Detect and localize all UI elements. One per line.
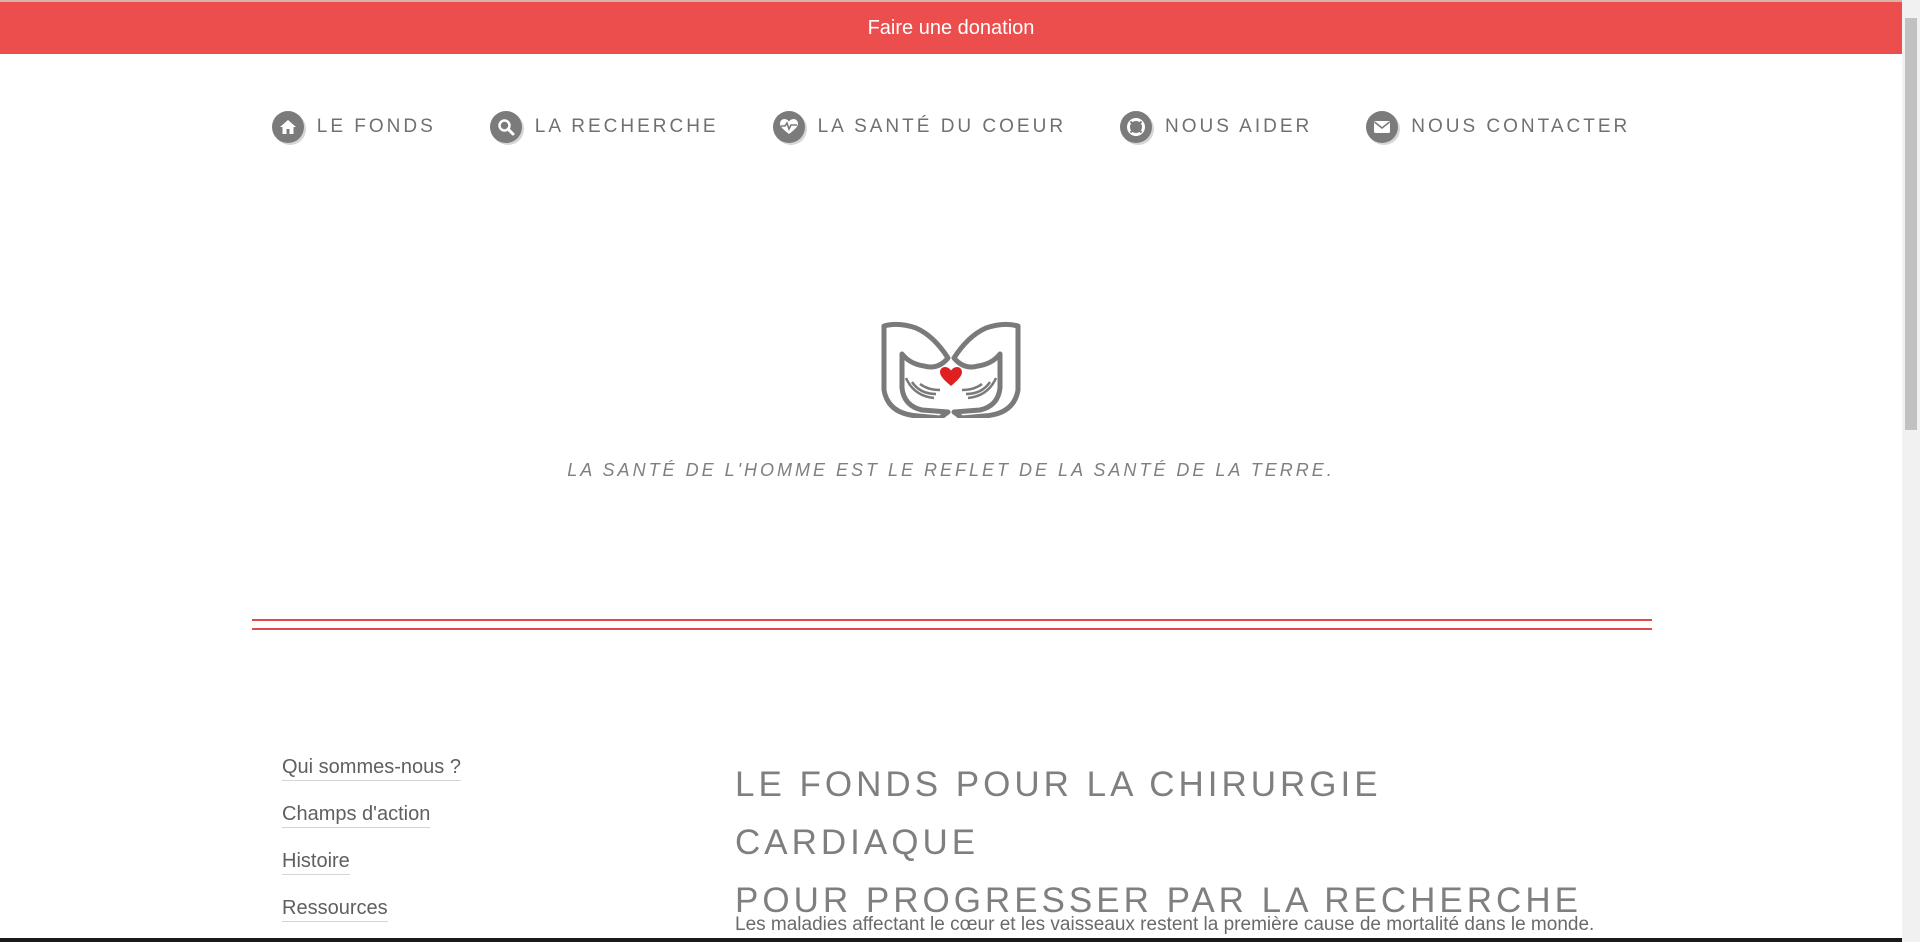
nav-item-le-fonds[interactable]: LE FONDS bbox=[271, 111, 436, 143]
sidebar-link-ressources[interactable]: Ressources bbox=[282, 897, 388, 922]
heart-icon bbox=[940, 367, 962, 386]
sidebar-link-champs-daction[interactable]: Champs d'action bbox=[282, 803, 431, 828]
hero-tagline: LA SANTÉ DE L'HOMME EST LE REFLET DE LA … bbox=[567, 460, 1335, 480]
nav-label: NOUS AIDER bbox=[1165, 116, 1313, 137]
viewport-bottom-edge bbox=[0, 938, 1902, 942]
envelope-icon bbox=[1366, 111, 1399, 143]
sidebar-link-histoire[interactable]: Histoire bbox=[282, 850, 350, 875]
main-nav: LE FONDS LA RECHERCHE LA SANTÉ DU COEUR … bbox=[0, 111, 1902, 143]
hands-heart-logo bbox=[881, 321, 1021, 418]
scrollbar-thumb[interactable] bbox=[1905, 18, 1917, 430]
search-icon bbox=[489, 111, 522, 143]
nav-label: LA RECHERCHE bbox=[534, 116, 719, 137]
nav-item-nous-contacter[interactable]: NOUS CONTACTER bbox=[1366, 111, 1630, 143]
nav-item-nous-aider[interactable]: NOUS AIDER bbox=[1120, 111, 1312, 143]
nav-label: NOUS CONTACTER bbox=[1411, 116, 1631, 137]
intro-paragraph: Les maladies affectant le cœur et les va… bbox=[735, 914, 1595, 935]
donation-link[interactable]: Faire une donation bbox=[868, 17, 1035, 40]
vertical-scrollbar[interactable] bbox=[1902, 0, 1920, 942]
headline-line-1: LE FONDS POUR LA CHIRURGIE CARDIAQUE bbox=[735, 765, 1382, 862]
section-divider-top bbox=[252, 619, 1652, 621]
donation-banner: Faire une donation bbox=[0, 0, 1902, 54]
heart-pulse-icon bbox=[772, 111, 805, 143]
section-divider-bottom bbox=[252, 628, 1652, 630]
lifebuoy-icon bbox=[1120, 111, 1153, 143]
nav-item-la-recherche[interactable]: LA RECHERCHE bbox=[489, 111, 719, 143]
nav-label: LA SANTÉ DU COEUR bbox=[817, 116, 1067, 137]
sidebar-link-qui-sommes-nous[interactable]: Qui sommes-nous ? bbox=[282, 756, 461, 781]
sidebar-nav: Qui sommes-nous ? Champs d'action Histoi… bbox=[282, 756, 461, 944]
page-headline: LE FONDS POUR LA CHIRURGIE CARDIAQUE POUR… bbox=[735, 756, 1635, 930]
nav-label: LE FONDS bbox=[316, 116, 436, 137]
home-icon bbox=[271, 111, 304, 143]
nav-item-la-sante-du-coeur[interactable]: LA SANTÉ DU COEUR bbox=[772, 111, 1067, 143]
